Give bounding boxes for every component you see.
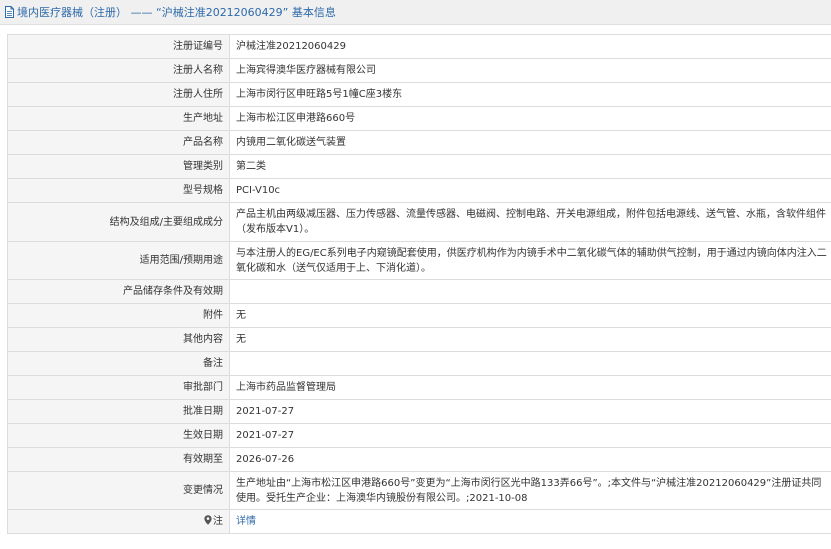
field-value: 产品主机由两级减压器、压力传感器、流量传感器、电磁阀、控制电路、开关电源组成，附… — [229, 202, 831, 242]
field-label: 附件 — [7, 303, 230, 328]
footer-label: 注 — [213, 516, 223, 527]
document-icon — [4, 6, 15, 18]
table-row: 注册人住所 上海市闵行区申旺路5号1幢C座3楼东 — [7, 82, 831, 107]
field-value: 与本注册人的EG/EC系列电子内窥镜配套使用，供医疗机构作为内镜手术中二氧化碳气… — [229, 241, 831, 280]
field-label: 有效期至 — [7, 447, 230, 472]
field-label: 产品名称 — [7, 130, 230, 155]
field-label: 批准日期 — [7, 399, 230, 424]
field-value: 生产地址由“上海市松江区申港路660号”变更为“上海市闵行区光中路133弄66号… — [229, 471, 831, 510]
field-label: 备注 — [7, 351, 230, 376]
table-row: 产品储存条件及有效期 — [7, 279, 831, 304]
field-label: 管理类别 — [7, 154, 230, 179]
detail-link[interactable]: 详情 — [236, 516, 256, 527]
table-row: 生产地址 上海市松江区申港路660号 — [7, 106, 831, 131]
field-value: 无 — [229, 303, 831, 328]
field-label: 生产地址 — [7, 106, 230, 131]
table-row: 批准日期 2021-07-27 — [7, 399, 831, 424]
field-value: 2026-07-26 — [229, 447, 831, 472]
field-value: 内镜用二氧化碳送气装置 — [229, 130, 831, 155]
field-label: 注册证编号 — [7, 34, 230, 59]
field-value: 上海市药品监督管理局 — [229, 375, 831, 400]
field-label: 结构及组成/主要组成成分 — [7, 202, 230, 242]
field-value: 2021-07-27 — [229, 423, 831, 448]
table-row: 注册人名称 上海宾得澳华医疗器械有限公司 — [7, 58, 831, 83]
field-value: 无 — [229, 327, 831, 352]
field-label: 型号规格 — [7, 178, 230, 203]
table-row: 适用范围/预期用途 与本注册人的EG/EC系列电子内窥镜配套使用，供医疗机构作为… — [7, 241, 831, 280]
table-row: 附件 无 — [7, 303, 831, 328]
field-value: 2021-07-27 — [229, 399, 831, 424]
page-header: 境内医疗器械（注册） —— “沪械注准20212060429” 基本信息 — [0, 0, 831, 25]
info-table: 注册证编号 沪械注准20212060429 注册人名称 上海宾得澳华医疗器械有限… — [7, 34, 831, 534]
table-row: 结构及组成/主要组成成分 产品主机由两级减压器、压力传感器、流量传感器、电磁阀、… — [7, 202, 831, 242]
footer-label-cell: 注 — [7, 509, 230, 534]
field-value: 沪械注准20212060429 — [229, 34, 831, 59]
info-table-container: 注册证编号 沪械注准20212060429 注册人名称 上海宾得澳华医疗器械有限… — [7, 34, 831, 534]
table-row: 产品名称 内镜用二氧化碳送气装置 — [7, 130, 831, 155]
field-label: 注册人住所 — [7, 82, 230, 107]
field-label: 生效日期 — [7, 423, 230, 448]
table-row: 生效日期 2021-07-27 — [7, 423, 831, 448]
field-label: 审批部门 — [7, 375, 230, 400]
table-row: 其他内容 无 — [7, 327, 831, 352]
field-label: 其他内容 — [7, 327, 230, 352]
field-value — [229, 351, 831, 376]
table-row: 注册证编号 沪械注准20212060429 — [7, 34, 831, 59]
field-label: 产品储存条件及有效期 — [7, 279, 230, 304]
field-value — [229, 279, 831, 304]
page-title: 境内医疗器械（注册） —— “沪械注准20212060429” 基本信息 — [17, 6, 336, 19]
field-value: 第二类 — [229, 154, 831, 179]
field-value: 上海宾得澳华医疗器械有限公司 — [229, 58, 831, 83]
field-label: 适用范围/预期用途 — [7, 241, 230, 280]
table-row: 有效期至 2026-07-26 — [7, 447, 831, 472]
table-row: 审批部门 上海市药品监督管理局 — [7, 375, 831, 400]
field-value: 上海市闵行区申旺路5号1幢C座3楼东 — [229, 82, 831, 107]
table-row: 型号规格 PCI-V10c — [7, 178, 831, 203]
table-row-footer: 注 详情 — [7, 509, 831, 534]
map-pin-icon — [204, 515, 212, 525]
field-label: 变更情况 — [7, 471, 230, 510]
table-row: 管理类别 第二类 — [7, 154, 831, 179]
table-row: 变更情况 生产地址由“上海市松江区申港路660号”变更为“上海市闵行区光中路13… — [7, 471, 831, 510]
field-value: PCI-V10c — [229, 178, 831, 203]
field-label: 注册人名称 — [7, 58, 230, 83]
footer-value-cell: 详情 — [229, 509, 831, 534]
table-row: 备注 — [7, 351, 831, 376]
field-value: 上海市松江区申港路660号 — [229, 106, 831, 131]
